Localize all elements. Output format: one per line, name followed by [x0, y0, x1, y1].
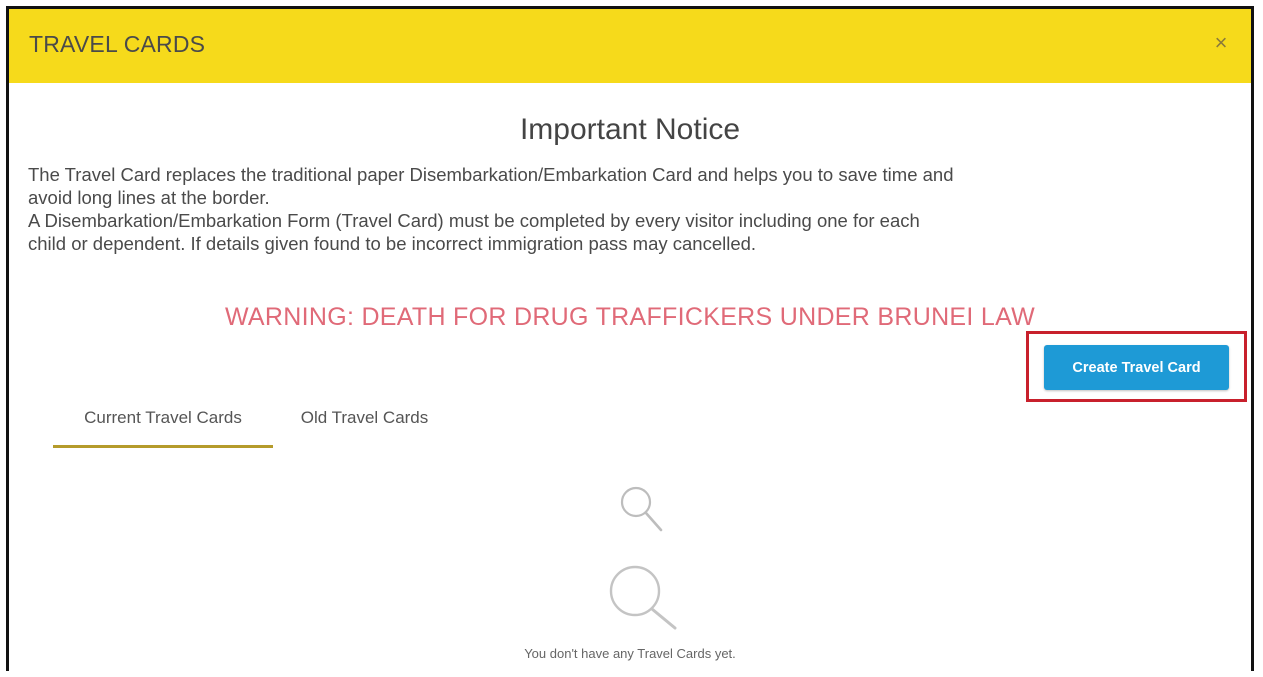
dialog-header: TRAVEL CARDS ×	[9, 9, 1251, 83]
notice-text-line: A Disembarkation/Embarkation Form (Trave…	[28, 210, 920, 231]
search-icon	[609, 565, 677, 630]
create-travel-card-button[interactable]: Create Travel Card	[1044, 345, 1229, 390]
active-tab-indicator	[53, 445, 273, 448]
close-icon[interactable]: ×	[1209, 31, 1233, 55]
notice-body: The Travel Card replaces the traditional…	[28, 163, 1228, 255]
empty-state-message: You don't have any Travel Cards yet.	[524, 646, 736, 661]
notice-text-line: child or dependent. If details given fou…	[28, 233, 757, 254]
dialog-title: TRAVEL CARDS	[29, 31, 206, 57]
notice-text-line: avoid long lines at the border.	[28, 187, 270, 208]
notice-text-line: The Travel Card replaces the traditional…	[28, 164, 954, 185]
search-icon	[620, 486, 663, 532]
notice-title: Important Notice	[519, 113, 741, 146]
tab-current-travel-cards[interactable]: Current Travel Cards	[53, 408, 273, 448]
warning-text: WARNING: DEATH FOR DRUG TRAFFICKERS UNDE…	[224, 303, 1036, 331]
travel-cards-dialog: TRAVEL CARDS × Important Notice The Trav…	[6, 6, 1254, 671]
tab-old-travel-cards[interactable]: Old Travel Cards	[287, 408, 442, 448]
